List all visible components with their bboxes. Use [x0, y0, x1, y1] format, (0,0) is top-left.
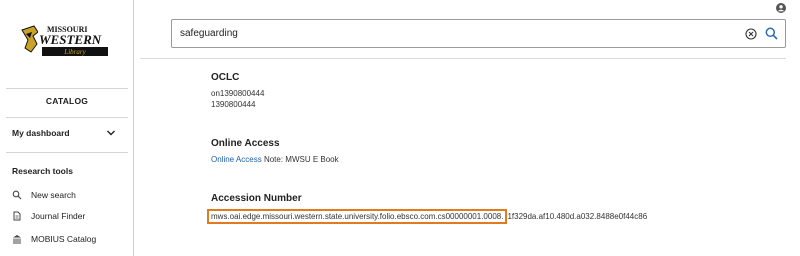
logo-line2: WESTERN — [39, 32, 102, 47]
document-icon — [12, 211, 22, 221]
search-icon — [12, 190, 22, 200]
chevron-down-icon — [107, 130, 115, 136]
oclc-value: 1390800444 — [211, 100, 256, 109]
research-tools-heading: Research tools — [12, 166, 73, 176]
my-dashboard-label: My dashboard — [12, 128, 70, 138]
logo-line3: Library — [63, 48, 86, 56]
sidebar-divider — [133, 0, 134, 256]
user-account-icon[interactable] — [776, 3, 786, 13]
nav-divider — [6, 88, 128, 89]
sidebar-item-label: Journal Finder — [31, 211, 86, 221]
catalog-label: CATALOG — [45, 96, 89, 106]
library-logo[interactable]: MISSOURI WESTERN Library — [20, 22, 112, 58]
accession-number-heading: Accession Number — [211, 193, 302, 204]
sidebar: MISSOURI WESTERN Library CATALOG My dash… — [0, 0, 134, 256]
nav-divider — [6, 152, 128, 153]
oclc-value: on1390800444 — [211, 89, 265, 98]
online-access-note: Note: MWSU E Book — [263, 155, 339, 164]
online-access-heading: Online Access — [211, 138, 280, 149]
online-access-link[interactable]: Online Access — [211, 155, 262, 164]
accession-highlight: mws.oai.edge.missouri.western.state.univ… — [207, 208, 508, 224]
sidebar-item-journal-finder[interactable]: Journal Finder — [12, 210, 85, 222]
library-icon — [12, 234, 22, 244]
search-input[interactable] — [180, 25, 720, 42]
sidebar-item-mobius-catalog[interactable]: MOBIUS Catalog — [12, 233, 96, 245]
search-bar — [171, 19, 786, 48]
sidebar-item-new-search[interactable]: New search — [12, 189, 76, 201]
accession-suffix: 1f329da.af10.480d.a032.8488e0f44c86 — [507, 211, 648, 221]
my-dashboard-toggle[interactable]: My dashboard — [12, 128, 116, 140]
sidebar-item-label: MOBIUS Catalog — [31, 234, 97, 244]
oclc-heading: OCLC — [211, 72, 240, 83]
header-divider — [140, 58, 786, 59]
online-access-line: Online Access Note: MWSU E Book — [211, 155, 339, 164]
nav-divider — [6, 117, 128, 118]
sidebar-item-label: New search — [31, 190, 76, 200]
search-submit-icon[interactable] — [765, 27, 778, 40]
clear-circle-icon[interactable] — [745, 28, 757, 40]
accession-number-value: mws.oai.edge.missouri.western.state.univ… — [207, 207, 647, 225]
